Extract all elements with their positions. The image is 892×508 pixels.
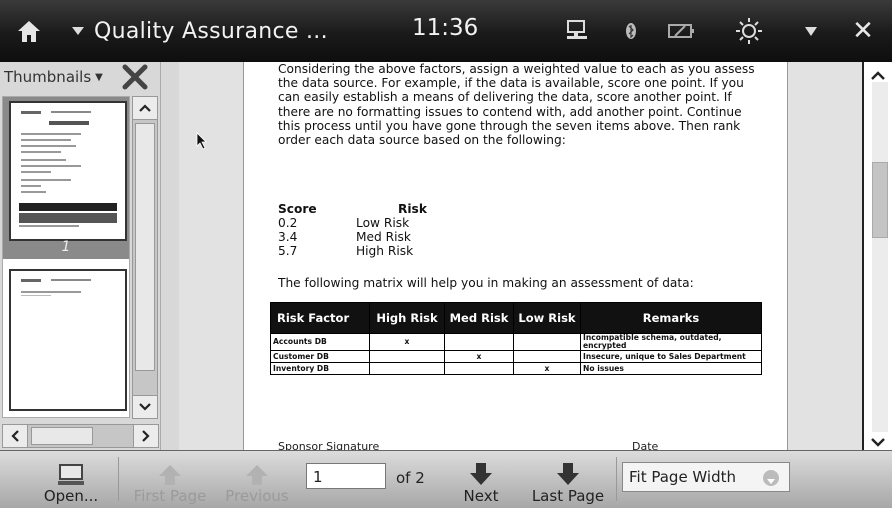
table-cell: x xyxy=(369,333,445,351)
first-page-button[interactable]: First Page xyxy=(124,455,216,505)
table-cell xyxy=(513,350,581,363)
signature-label: Sponsor Signature xyxy=(278,440,380,450)
brightness-icon[interactable] xyxy=(732,14,766,48)
table-cell: No issues xyxy=(580,362,762,375)
page-number-input[interactable]: 1 xyxy=(306,463,386,489)
document-vertical-scrollbar[interactable] xyxy=(862,62,892,450)
page-count: of 2 xyxy=(396,469,425,487)
sidebar-splitter[interactable] xyxy=(160,62,180,450)
bottom-toolbar: Open... First Page Previous 1 of 2 Next … xyxy=(0,450,892,508)
scroll-down-button[interactable] xyxy=(132,395,158,419)
close-icon[interactable]: ✕ xyxy=(846,14,880,48)
computer-icon xyxy=(58,464,84,485)
mouse-pointer-icon xyxy=(196,132,208,154)
matrix-header: Med Risk xyxy=(444,302,514,334)
thumbnails-dropdown[interactable]: Thumbnails ▼ xyxy=(4,68,103,86)
thumbnail-horizontal-scrollbar[interactable] xyxy=(2,424,159,448)
table-cell: Inventory DB xyxy=(270,362,370,375)
zoom-value: Fit Page Width xyxy=(629,468,737,486)
open-button[interactable]: Open... xyxy=(36,455,106,505)
table-row: Customer DB x Insecure, unique to Sales … xyxy=(270,350,762,363)
clock: 11:36 xyxy=(412,15,479,41)
thumbnail-page-2[interactable] xyxy=(9,269,127,411)
table-cell: x xyxy=(513,362,581,375)
next-label: Next xyxy=(463,487,499,505)
thumbnail-vertical-scrollbar[interactable] xyxy=(132,96,158,419)
scroll-left-button[interactable] xyxy=(2,424,28,448)
down-arrow-icon xyxy=(557,463,579,485)
home-icon[interactable] xyxy=(14,16,44,46)
table-cell: Insecure, unique to Sales Department xyxy=(580,350,762,363)
down-arrow-icon xyxy=(470,463,492,485)
zoom-select[interactable]: Fit Page Width xyxy=(622,462,790,492)
toolbar-separator xyxy=(118,457,119,501)
window-title: Quality Assurance ... xyxy=(94,18,328,44)
table-cell xyxy=(369,362,445,375)
score-table: Score Risk 0.2 Low Risk 3.4 Med Risk 5.7 Hig… xyxy=(278,202,427,258)
matrix-header: Remarks xyxy=(580,302,762,334)
up-arrow-icon xyxy=(159,465,181,485)
matrix-header: Low Risk xyxy=(513,302,581,334)
window-menu[interactable]: Quality Assurance ... xyxy=(72,14,328,48)
first-page-label: First Page xyxy=(133,487,207,505)
scroll-down-icon[interactable] xyxy=(870,432,886,451)
thumbnail-page-number: 1 xyxy=(61,239,71,255)
matrix-intro: The following matrix will help you in ma… xyxy=(278,276,694,290)
scrollbar-thumb[interactable] xyxy=(135,123,155,371)
dropdown-icon[interactable] xyxy=(794,14,828,48)
document-viewport[interactable]: Considering the above factors, assign a … xyxy=(179,62,866,450)
up-arrow-icon xyxy=(246,465,268,485)
chevron-down-icon: ▼ xyxy=(95,71,103,83)
risk-value: High Risk xyxy=(356,244,414,258)
network-icon[interactable] xyxy=(560,14,594,48)
risk-value: Med Risk xyxy=(356,230,411,244)
table-row: Accounts DB x Incompatible schema, outda… xyxy=(270,333,762,351)
thumbnails-sidebar: Thumbnails ▼ 1 xyxy=(0,62,178,450)
toolbar-separator xyxy=(616,457,617,501)
body-paragraph: Considering the above factors, assign a … xyxy=(278,62,755,148)
score-value: 0.2 xyxy=(278,216,298,230)
table-cell xyxy=(444,333,514,351)
matrix-header: High Risk xyxy=(369,302,445,334)
previous-label: Previous xyxy=(225,487,289,505)
date-label: Date xyxy=(632,440,659,450)
scrollbar-thumb[interactable] xyxy=(872,162,888,238)
close-sidebar-icon[interactable] xyxy=(120,62,150,92)
open-label: Open... xyxy=(43,487,99,505)
risk-header: Risk xyxy=(398,202,427,216)
table-cell: Incompatible schema, outdated, encrypted xyxy=(580,333,762,351)
table-cell xyxy=(369,350,445,363)
document-page: Considering the above factors, assign a … xyxy=(243,62,788,450)
risk-value: Low Risk xyxy=(356,216,410,230)
last-page-button[interactable]: Last Page xyxy=(522,455,614,505)
previous-button[interactable]: Previous xyxy=(218,455,296,505)
table-cell: Customer DB xyxy=(270,350,370,363)
score-value: 3.4 xyxy=(278,230,298,244)
battery-icon[interactable] xyxy=(665,14,699,48)
thumbnail-page-1[interactable] xyxy=(9,101,127,241)
thumbnail-list: 1 xyxy=(2,96,130,418)
scroll-up-button[interactable] xyxy=(132,96,158,120)
top-bar: Quality Assurance ... 11:36 ✕ xyxy=(0,0,892,62)
matrix-header: Risk Factor xyxy=(270,302,370,334)
score-header: Score xyxy=(278,202,317,216)
table-row: Inventory DB x No issues xyxy=(270,362,762,375)
risk-matrix: Risk Factor High Risk Med Risk Low Risk … xyxy=(270,302,762,375)
table-cell: x xyxy=(444,350,514,363)
chevron-down-icon xyxy=(763,470,779,486)
last-page-label: Last Page xyxy=(531,487,605,505)
score-value: 5.7 xyxy=(278,244,298,258)
next-button[interactable]: Next xyxy=(452,455,510,505)
scroll-right-button[interactable] xyxy=(133,424,159,448)
table-cell: Accounts DB xyxy=(270,333,370,351)
table-cell xyxy=(444,362,514,375)
scrollbar-track[interactable] xyxy=(872,82,888,432)
bluetooth-icon[interactable] xyxy=(614,14,648,48)
scrollbar-thumb[interactable] xyxy=(31,427,93,445)
table-cell xyxy=(513,333,581,351)
thumbnails-label: Thumbnails xyxy=(4,68,92,86)
chevron-down-icon xyxy=(72,27,84,35)
